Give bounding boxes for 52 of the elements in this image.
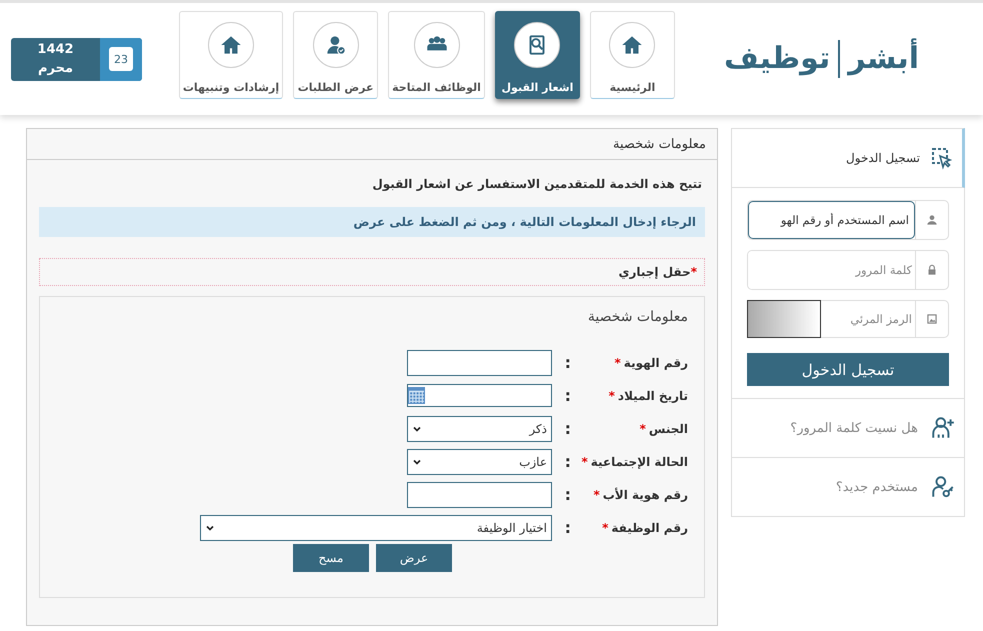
field-label: رقم الهوية <box>624 356 688 370</box>
date-field[interactable] <box>407 384 552 407</box>
year-text: 1442 <box>37 41 74 59</box>
password-field[interactable]: كلمة المرور <box>747 250 949 290</box>
required-mark: * <box>602 520 608 534</box>
account-link[interactable]: مستخدم جديد؟ <box>731 458 965 517</box>
colon-separator: : <box>564 518 571 537</box>
site-logo[interactable]: أبشر توظيف <box>720 29 923 89</box>
field-label: الجنس <box>648 422 688 436</box>
field-label: رقم الوظيفة <box>611 520 688 534</box>
required-mark: * <box>581 454 588 468</box>
text-field[interactable] <box>407 482 552 508</box>
nav-tile[interactable]: عرض الطلبات <box>293 11 378 99</box>
required-mark: * <box>614 356 621 370</box>
panel-title: معلومات شخصية <box>27 129 717 160</box>
field-label: تاريخ الميلاد <box>618 388 688 402</box>
field-label: رقم هوية الأب <box>602 488 688 502</box>
text-field[interactable] <box>407 350 552 376</box>
image-icon <box>925 312 939 326</box>
calendar-icon[interactable] <box>408 387 425 404</box>
user-key-icon <box>930 474 956 500</box>
nav-tile[interactable]: إرشادات وتنبيهات <box>178 11 284 99</box>
clear-button[interactable]: مسح <box>293 544 369 572</box>
dropdown-field[interactable]: عازب <box>407 448 552 474</box>
login-title: تسجيل الدخول <box>846 151 920 165</box>
required-note: * حقل إجباري <box>39 258 705 286</box>
nav-tile[interactable]: الرئيسية <box>590 11 675 99</box>
required-mark: * <box>593 488 600 502</box>
month-text: محرم <box>38 60 74 78</box>
intro-text: تتيح هذه الخدمة للمتقدمين الاستفسار عن اشعار القبول <box>371 177 703 191</box>
dropdown-field[interactable]: ذكر <box>407 416 552 442</box>
account-link[interactable]: هل نسيت كلمة المرور؟ <box>731 398 965 458</box>
required-mark: * <box>640 422 646 436</box>
dropdown-field[interactable]: اختيار الوظيفة <box>200 514 552 540</box>
colon-separator: : <box>564 419 571 438</box>
colon-separator: : <box>564 485 571 504</box>
required-mark: * <box>608 388 615 402</box>
nav-tile[interactable]: اشعار القبول <box>494 11 580 99</box>
day-number: 23 <box>109 47 133 71</box>
section-title: معلومات شخصية <box>586 309 688 325</box>
colon-separator: : <box>564 353 571 372</box>
login-button[interactable]: تسجيل الدخول <box>747 353 949 386</box>
cursor-select-icon <box>930 146 954 170</box>
user-icon <box>925 213 939 227</box>
info-notice: الرجاء إدخال المعلومات التالية ، ومن ثم الضغط على عرض <box>39 207 705 237</box>
colon-separator: : <box>564 452 571 471</box>
field-label: الحالة الإجتماعية <box>590 454 688 468</box>
nav-tile[interactable]: الوظائف المتاحة <box>388 11 485 99</box>
show-button[interactable]: عرض <box>376 544 452 572</box>
user-plus-icon <box>930 415 956 441</box>
colon-separator: : <box>564 386 571 405</box>
captcha-field[interactable]: الرمز المرئي <box>821 300 915 338</box>
